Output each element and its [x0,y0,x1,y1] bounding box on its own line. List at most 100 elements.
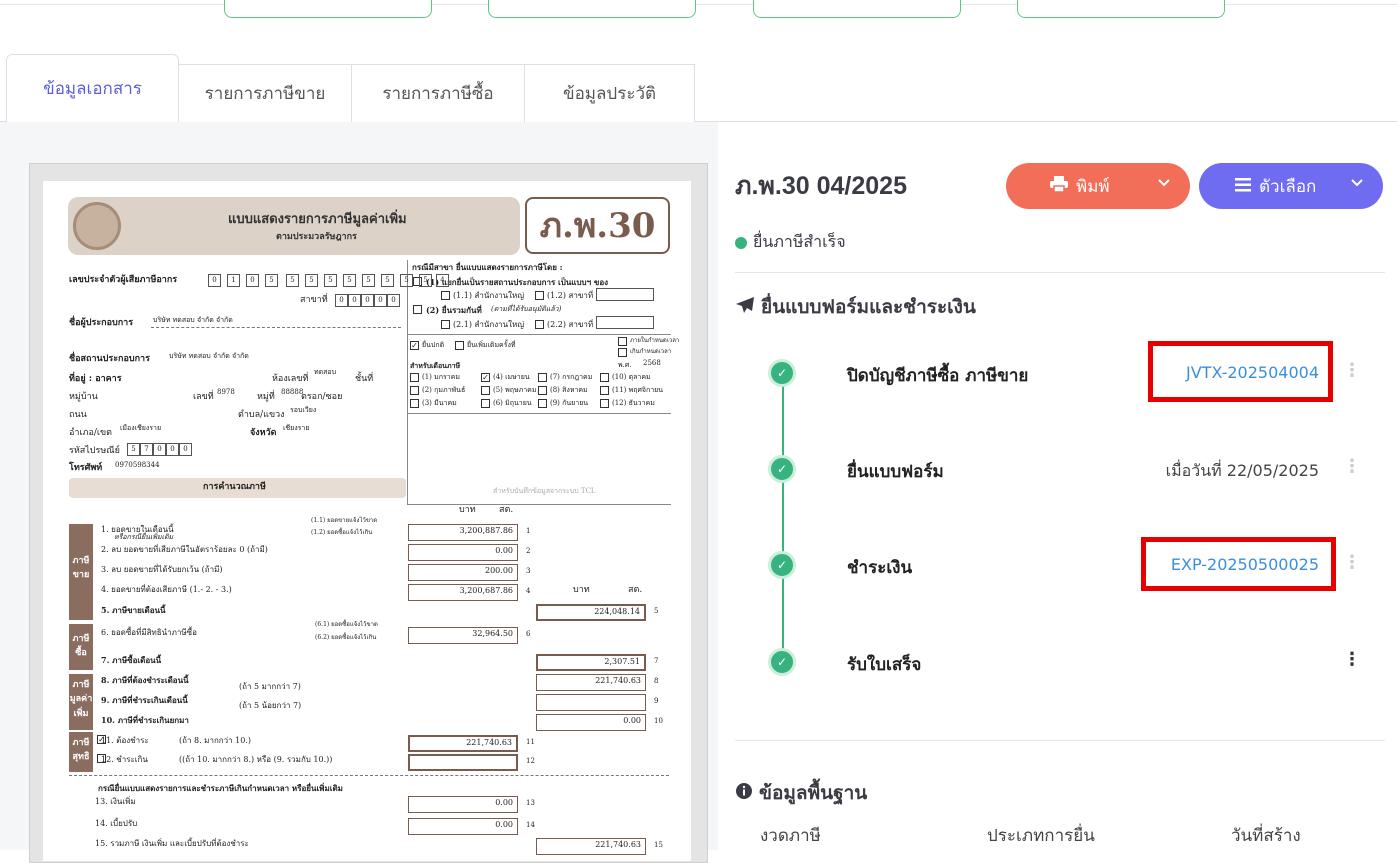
month-label: (3) มีนาคม [422,399,457,407]
summary-card[interactable] [224,0,432,18]
case1-1-label: (1.1) สำนักงานใหญ่ [453,291,525,300]
case2-1-label: (2.1) สำนักงานใหญ่ [453,320,525,329]
calc-line-label: 14. เบี้ยปรับ [95,819,138,828]
cond-9: (ถ้า 5 น้อยกว่า 7) [239,701,302,710]
chevron-down-icon[interactable] [1351,175,1363,191]
page-title: ภ.พ.30 04/2025 [735,172,907,200]
printer-icon [1050,176,1068,196]
sub-1-1: (1.1) ยอดขายแจ้งไว้ขาด [311,517,378,524]
calc-line-label: 8. ภาษีที่ต้องชำระเดือนนี้ [101,675,189,685]
info-icon [735,782,753,805]
more-options-icon[interactable]: ⋮ [1343,552,1361,573]
pp30-form-preview: แบบแสดงรายการภาษีมูลค่าเพิ่ม ตามประมวลรั… [43,181,691,861]
taxid-digit: 5 [381,274,394,287]
calc-line-label: 11. ต้องชำระ [101,736,149,745]
status-dot [735,236,747,249]
taxid-digit: 5 [305,274,318,287]
calc-value-box: 224,048.14 [536,604,646,621]
province-value: เชียงราย [283,424,310,432]
menu-icon [1235,177,1251,196]
divider [407,260,408,505]
month-label: (5) พฤษภาคม [493,386,537,394]
postal-digit: 5 [127,443,140,456]
month-label: (7) กรกฎาคม [550,373,593,381]
summary-card[interactable] [753,0,961,18]
baht-header: บาท [459,505,476,515]
cond-12: ((ถ้า 10. มากกว่า 8.) หรือ (9. รวมกับ 10… [179,755,333,764]
operator-label: ชื่อผู้ประกอบการ [69,318,134,328]
case2-2-label: (2.2) สาขาที่ [547,320,594,329]
normal-label: ยื่นปกติ [422,341,445,349]
divider [407,413,671,414]
form-badge: ภ.พ.30 [525,197,670,254]
check-icon: ✓ [768,455,796,483]
taxid-digit: 4 [436,274,449,287]
calc-line-no: 15 [654,841,663,849]
form-header-title: แบบแสดงรายการภาษีมูลค่าเพิ่ม [228,212,407,227]
subdistrict-label: ตำบล/แขวง [238,410,285,420]
branch-digit: 0 [374,294,387,307]
month-checkbox [538,399,547,408]
form-header-subtitle: ตามประมวลรัษฎากร [276,232,357,242]
month-label: (6) มิถุนายน [493,399,532,407]
sub-6-1: (6.1) ยอดซื้อแจ้งไว้ขาด [315,621,378,628]
tab-purchase-tax[interactable]: รายการภาษีซื้อ [351,64,525,122]
place-label: ชื่อสถานประกอบการ [69,354,150,364]
late-label: เกินกำหนดเวลา [630,348,672,355]
tab-document-info[interactable]: ข้อมูลเอกสาร [6,54,179,122]
no-label: เลขที่ [193,392,214,402]
more-options-icon[interactable]: ⋮ [1343,649,1361,670]
case1-label: (1) แยกยื่นเป็นรายสถานประกอบการ เป็นแบบฯ… [426,277,609,287]
in-time-checkbox [618,337,627,346]
calc-line-no: 7 [654,657,659,665]
summary-card[interactable] [1017,0,1225,18]
tab-sales-tax[interactable]: รายการภาษีขาย [178,64,352,122]
calc-line-no: 4 [526,587,531,595]
status-text: ยื่นภาษีสำเร็จ [753,232,846,251]
timeline-line [782,373,784,663]
col-tax-period: งวดภาษี [760,826,821,846]
dashed-divider [69,775,669,776]
side-label-vat: ภาษีมูลค่าเพิ่ม [69,674,93,730]
district-value: เมืองเชียงราย [120,424,162,432]
extra-case-label: หรือกรณียื่นเพิ่มเติม [114,533,174,541]
more-options-icon[interactable]: ⋮ [1343,360,1361,381]
more-options-icon[interactable]: ⋮ [1343,456,1361,477]
calc-line-no: 11 [526,738,535,746]
step-name: ปิดบัญชีภาษีซื้อ ภาษีขาย [847,366,1029,386]
divider [407,334,671,335]
case2-note: (ตามที่ได้รับอนุมัติแล้ว) [491,305,562,313]
branch-digit: 0 [361,294,374,307]
phone-label: โทรศัพท์ [69,463,103,473]
cond-8: (ถ้า 5 มากกว่า 7) [239,682,301,691]
summary-card[interactable] [488,0,696,18]
month-label: (1) มกราคม [422,373,460,381]
print-button[interactable]: พิมพ์ [1006,163,1190,209]
moo-value: 88888 [281,388,304,396]
postal-digit: 0 [166,443,179,456]
calc-line-no: 2 [526,547,531,555]
highlight-box [1141,537,1336,591]
revenue-department-seal-icon [73,202,121,250]
taxid-digit: 5 [362,274,375,287]
phone-value: 0970598344 [115,461,160,469]
month-checkbox [481,399,490,408]
submitted-date: เมื่อวันที่ 22/05/2025 [1165,461,1319,480]
month-checkbox [410,373,419,382]
tab-history[interactable]: ข้อมูลประวัติ [524,64,695,122]
branch-digit: 0 [387,294,400,307]
calc-line-no: 6 [526,630,531,638]
branch-case-title: กรณีมีสาขา ยื่นแบบแสดงรายการภาษีโดย : [412,262,563,272]
month-checkbox [600,399,609,408]
calc-line-no: 10 [654,717,663,725]
check-icon: ✓ [768,551,796,579]
taxid-digit: 5 [286,274,299,287]
case2-checkbox [413,305,422,314]
branch-no-box [596,288,654,301]
branch-digit: 0 [335,294,348,307]
month-label: (12) ธันวาคม [612,399,655,407]
options-button[interactable]: ตัวเลือก [1199,163,1383,209]
divider [735,272,1385,273]
calc-line-no: 14 [526,821,535,829]
chevron-down-icon[interactable] [1158,175,1170,191]
